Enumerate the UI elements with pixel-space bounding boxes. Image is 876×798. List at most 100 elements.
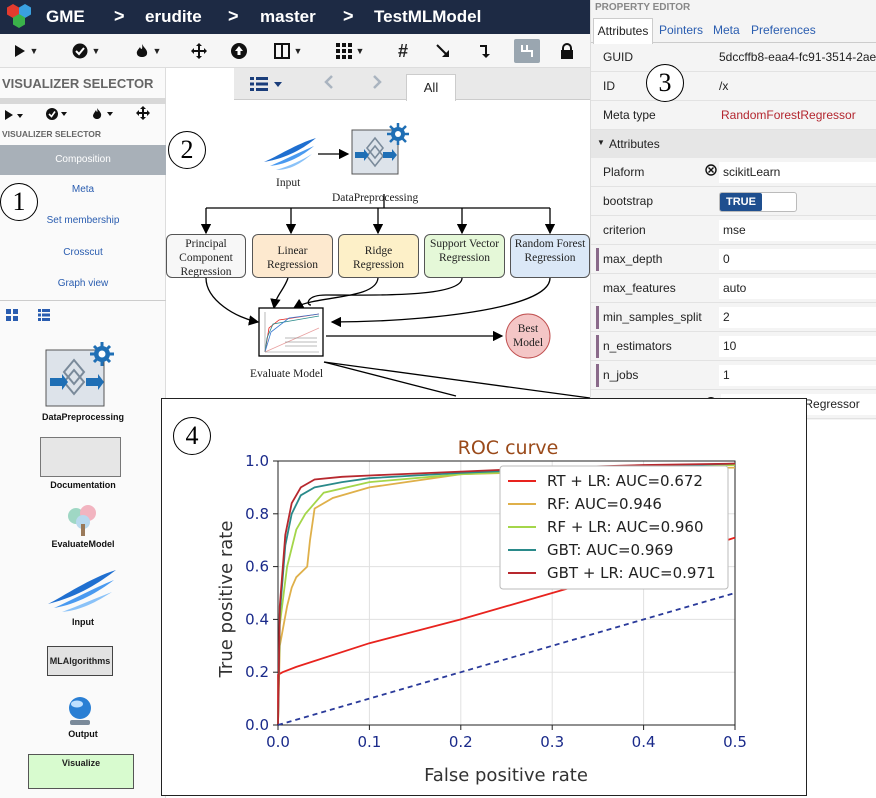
- roc-y-tick-label: 0.2: [245, 663, 269, 681]
- plugin-fire-button[interactable]: ▼: [128, 39, 168, 63]
- property-editor-title: PROPERTY EDITOR: [595, 2, 691, 13]
- property-value-criterion[interactable]: mse: [719, 220, 876, 241]
- hash-button[interactable]: #: [392, 39, 414, 63]
- breadcrumb-branch[interactable]: master: [260, 7, 316, 27]
- node-support-vector-regression[interactable]: Support Vector Regression: [424, 234, 505, 278]
- move-button[interactable]: [188, 39, 210, 63]
- grid-icon: [335, 43, 352, 59]
- palette-documentation[interactable]: [40, 437, 121, 477]
- fire-icon: [136, 44, 147, 57]
- property-value-n-estimators[interactable]: 10: [719, 336, 876, 357]
- upload-button[interactable]: [228, 39, 250, 63]
- invalid-marker: [596, 248, 599, 271]
- panel-divider: [0, 300, 166, 301]
- list-icon: [250, 77, 282, 91]
- palette-input[interactable]: [44, 566, 118, 616]
- property-value-max-depth[interactable]: 0: [719, 249, 876, 270]
- tab-list-menu-button[interactable]: [250, 76, 284, 97]
- property-value-max-features[interactable]: auto: [719, 278, 876, 299]
- play-mini-button[interactable]: [4, 108, 24, 126]
- check-circle-icon: [72, 43, 88, 59]
- breadcrumb-separator: >: [228, 6, 239, 26]
- property-row-guid: GUID 5dccffb8-eaa4-fc91-3514-2ae: [591, 43, 876, 72]
- callout-3: 3: [646, 64, 684, 102]
- tab-pointers[interactable]: Pointers: [659, 23, 703, 37]
- play-icon: [14, 45, 25, 57]
- tab-meta[interactable]: Meta: [713, 23, 740, 37]
- routing-button[interactable]: [514, 39, 540, 63]
- visualizer-panel: VISUALIZER SELECTOR VISUALIZER SELECTOR …: [0, 68, 166, 798]
- tab-preferences[interactable]: Preferences: [751, 23, 816, 37]
- visualizer-item-graph-view[interactable]: Graph view: [0, 269, 166, 299]
- edge-svr-evaluate: [307, 277, 463, 306]
- roc-title: ROC curve: [458, 437, 559, 459]
- node-random-forest-regression[interactable]: Random Forest Regression: [510, 234, 590, 278]
- tab-scroll-right-button[interactable]: [372, 74, 382, 95]
- visualizer-mini-toolbar: [4, 106, 164, 124]
- zoom-line-right: [323, 361, 457, 397]
- property-key: GUID: [603, 50, 633, 64]
- check-mini-button[interactable]: [46, 107, 68, 126]
- roc-legend-entry: RF + LR: AUC=0.960: [547, 518, 704, 536]
- attributes-section-label: Attributes: [609, 137, 660, 151]
- tab-attributes[interactable]: Attributes: [593, 18, 653, 44]
- reset-icon[interactable]: [705, 164, 717, 179]
- property-key: max_features: [603, 281, 676, 295]
- property-key: ID: [603, 79, 615, 93]
- node-principal-component-regression[interactable]: Principal Component Regression: [166, 234, 246, 278]
- layout-split-button[interactable]: ▼: [268, 39, 308, 63]
- bootstrap-toggle[interactable]: TRUE: [719, 192, 797, 212]
- connect-arrow-button[interactable]: [432, 39, 454, 63]
- property-key: max_depth: [603, 252, 663, 266]
- roc-legend-entry: RF: AUC=0.946: [547, 495, 662, 513]
- breadcrumb-model[interactable]: TestMLModel: [374, 7, 481, 27]
- best-model-label: Best Model: [512, 323, 544, 349]
- roc-y-axis-label: True positive rate: [216, 521, 237, 679]
- roc-x-tick-label: 0.0: [266, 733, 290, 751]
- roc-x-tick-label: 0.3: [540, 733, 564, 751]
- check-button[interactable]: ▼: [66, 39, 106, 63]
- palette-ml-algorithms[interactable]: MLAlgorithms: [47, 646, 113, 676]
- property-value-n-jobs[interactable]: 1: [719, 365, 876, 386]
- check-circle-icon: [46, 108, 67, 120]
- grid-button[interactable]: ▼: [330, 39, 370, 63]
- palette-list-view-button[interactable]: [38, 308, 50, 326]
- top-navigation-bar: GME > erudite > master > TestMLModel: [0, 0, 590, 34]
- roc-y-tick-label: 0.0: [245, 716, 269, 734]
- visualizer-item-crosscut[interactable]: Crosscut: [0, 238, 166, 268]
- palette-label-evaluatemodel: EvaluateModel: [51, 539, 115, 549]
- attributes-section-header[interactable]: ▼ Attributes: [591, 130, 876, 158]
- move-mini-button[interactable]: [136, 106, 150, 125]
- invalid-marker: [596, 364, 599, 387]
- node-ridge-regression[interactable]: Ridge Regression: [338, 234, 419, 278]
- visualizer-item-composition[interactable]: Composition: [0, 145, 166, 175]
- palette-visualize[interactable]: Visualize: [28, 754, 134, 789]
- palette-output[interactable]: [66, 696, 94, 728]
- fire-mini-button[interactable]: [92, 107, 114, 126]
- elbow-arrow-icon: [480, 44, 490, 58]
- palette-label-documentation: Documentation: [50, 480, 116, 490]
- node-linear-regression[interactable]: Linear Regression: [252, 234, 333, 278]
- property-value-min-samples-split[interactable]: 2: [719, 307, 876, 328]
- app-name[interactable]: GME: [46, 7, 85, 27]
- property-value-guid: 5dccffb8-eaa4-fc91-3514-2ae: [719, 50, 876, 64]
- evaluate-tree-icon: [68, 505, 96, 536]
- visualizer-selector-header: VISUALIZER SELECTOR: [2, 76, 154, 91]
- tab-scroll-left-button[interactable]: [324, 74, 334, 95]
- elbow-connector-button[interactable]: [474, 39, 496, 63]
- play-button[interactable]: ▼: [8, 39, 44, 63]
- property-value-plaform[interactable]: scikitLearn: [719, 162, 876, 183]
- breadcrumb-project[interactable]: erudite: [145, 7, 202, 27]
- palette-data-preprocessing[interactable]: [44, 340, 118, 408]
- property-row-max-depth: max_depth 0: [591, 245, 876, 274]
- list-icon: [38, 309, 50, 321]
- palette-grid-view-button[interactable]: [6, 308, 18, 326]
- invalid-marker: [596, 306, 599, 329]
- diagram-preprocessing-label: DataPreprocessing: [332, 192, 419, 204]
- palette-evaluate-model[interactable]: [66, 504, 100, 538]
- tab-all[interactable]: All: [406, 74, 456, 101]
- panel-divider: [0, 98, 166, 104]
- gme-logo-icon: [7, 4, 31, 28]
- property-row-meta-type: Meta type RandomForestRegressor: [591, 101, 876, 130]
- lock-button[interactable]: [556, 39, 578, 63]
